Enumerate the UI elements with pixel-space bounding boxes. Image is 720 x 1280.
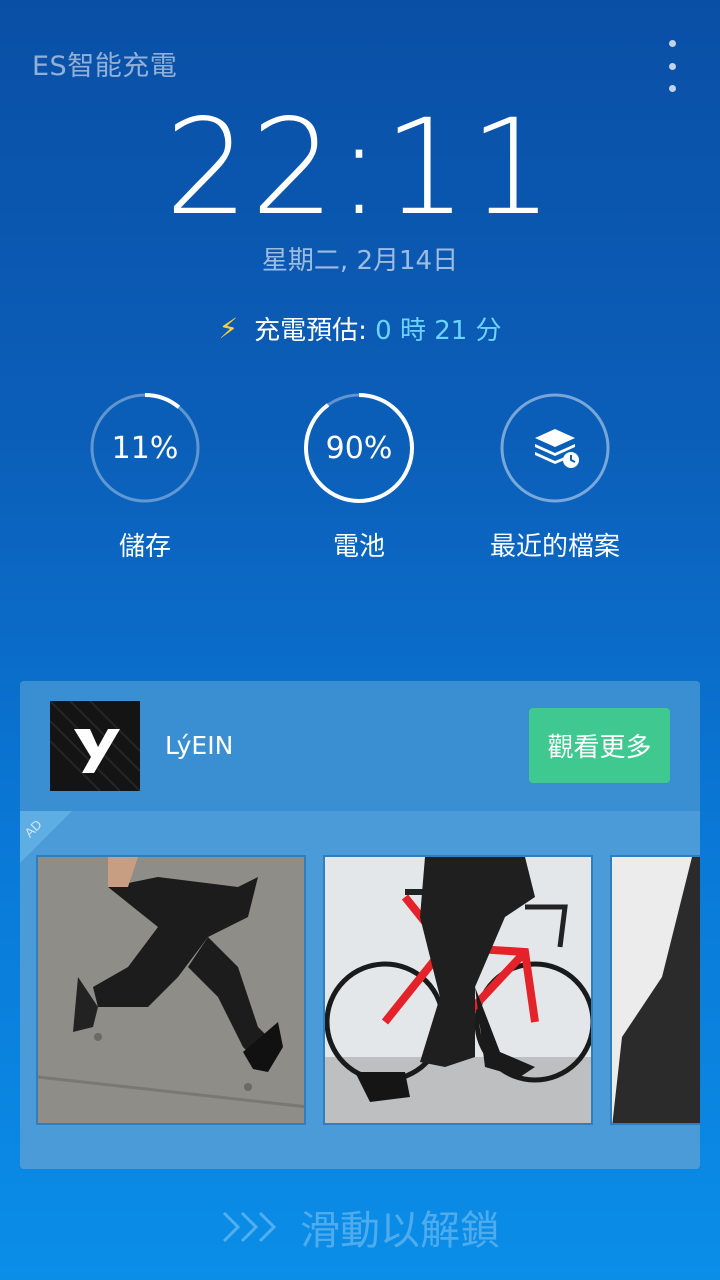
battery-ring: 90% — [303, 392, 415, 504]
chevrons-right-icon — [222, 1211, 277, 1243]
ad-image-jumping[interactable] — [36, 855, 306, 1125]
charge-label: 充電預估: — [254, 316, 367, 346]
unlock-label: 滑動以解鎖 — [300, 1208, 500, 1254]
layers-clock-icon — [535, 429, 579, 468]
battery-value: 90% — [325, 430, 393, 466]
ad-logo[interactable] — [50, 701, 140, 791]
ad-header: LýEIN 觀看更多 — [20, 681, 700, 811]
storage-ring: 11% — [89, 392, 201, 504]
ad-image-bicycle[interactable] — [323, 855, 593, 1125]
storage-label: 儲存 — [118, 532, 171, 562]
clock-text: 22:11 — [165, 100, 555, 240]
date-text: 星期二, 2月14日 — [261, 246, 459, 276]
more-menu-button[interactable] — [660, 40, 684, 92]
ad-gallery[interactable]: AD — [20, 811, 700, 1169]
recent-files-label: 最近的檔案 — [489, 532, 620, 562]
charge-value: 0 時 21 分 — [375, 316, 502, 346]
swipe-to-unlock[interactable]: 滑動以解鎖 — [0, 1198, 720, 1256]
storage-stat[interactable]: 11% 儲存 — [45, 392, 245, 563]
ad-card[interactable]: LýEIN 觀看更多 AD — [20, 681, 700, 1169]
battery-stat[interactable]: 90% 電池 — [259, 392, 459, 563]
brand-logo-icon — [50, 701, 140, 791]
charge-estimate: ⚡ 充電預估: 0 時 21 分 — [0, 310, 720, 347]
recent-files-ring — [499, 392, 611, 504]
app-title: ES智能充電 — [32, 51, 178, 82]
battery-label: 電池 — [332, 532, 385, 562]
clock-time: 22:11 — [0, 100, 720, 240]
ad-image-partial[interactable] — [610, 855, 700, 1125]
recent-files-stat[interactable]: 最近的檔案 — [470, 392, 640, 563]
lightning-bolt-icon: ⚡ — [218, 312, 239, 345]
storage-value: 11% — [111, 430, 179, 466]
ad-brand-name: LýEIN — [165, 731, 234, 760]
see-more-button[interactable]: 觀看更多 — [529, 708, 670, 783]
more-vert-icon — [668, 40, 676, 47]
